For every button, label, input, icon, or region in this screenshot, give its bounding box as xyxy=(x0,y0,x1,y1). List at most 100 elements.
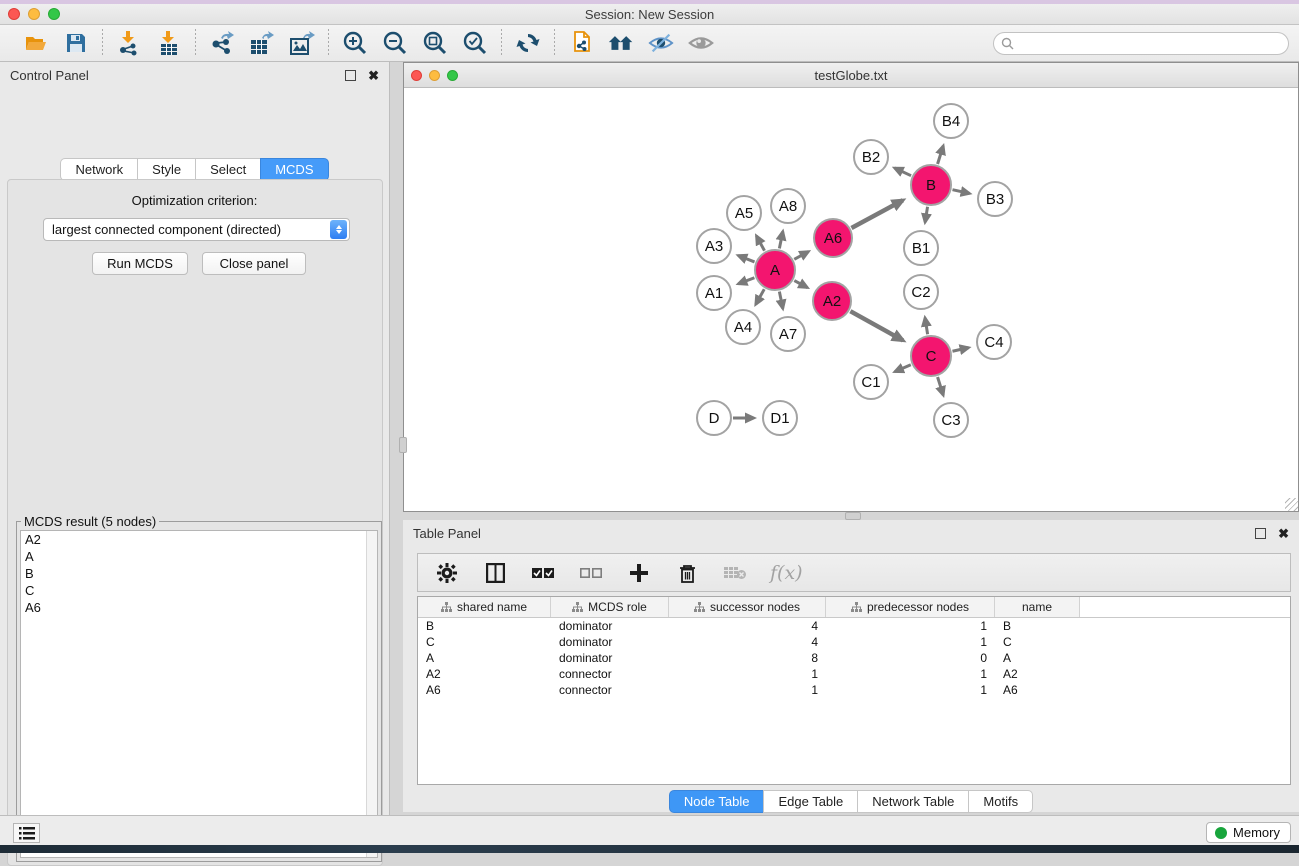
function-builder-icon[interactable]: f(x) xyxy=(770,562,803,584)
table-row[interactable]: Bdominator41B xyxy=(418,618,1290,634)
network-canvas[interactable]: B4 B2 B B3 B1 A5 A8 A6 A3 A A1 A2 C2 A4 A7 C4 C C1 C3 D D1 xyxy=(407,89,1295,508)
tab-mcds[interactable]: MCDS xyxy=(260,158,328,181)
close-panel-icon[interactable]: ✖ xyxy=(1278,528,1289,539)
graph-node-B3[interactable]: B3 xyxy=(978,182,1012,216)
export-image-icon[interactable] xyxy=(289,30,315,56)
column-header-successor-nodes[interactable]: successor nodes xyxy=(669,597,826,617)
graph-node-C[interactable]: C xyxy=(911,336,951,376)
add-column-icon[interactable] xyxy=(626,560,652,586)
splitter-handle[interactable] xyxy=(845,512,861,520)
graph-node-C2[interactable]: C2 xyxy=(904,275,938,309)
graph-node-A6[interactable]: A6 xyxy=(814,219,852,257)
mcds-result-item[interactable]: A6 xyxy=(21,599,377,616)
table-cell: 4 xyxy=(669,635,826,649)
zoom-out-icon[interactable] xyxy=(382,30,408,56)
graph-node-A5[interactable]: A5 xyxy=(727,196,761,230)
unselect-all-columns-icon[interactable] xyxy=(578,560,604,586)
scrollbar[interactable] xyxy=(366,531,377,857)
svg-text:A2: A2 xyxy=(823,293,841,310)
table-row[interactable]: A2connector11A2 xyxy=(418,666,1290,682)
tab-node-table[interactable]: Node Table xyxy=(669,790,764,813)
select-all-columns-icon[interactable] xyxy=(530,560,556,586)
column-header-name[interactable]: name xyxy=(995,597,1080,617)
save-session-icon[interactable] xyxy=(63,30,89,56)
gear-icon[interactable] xyxy=(434,560,460,586)
import-network-icon[interactable] xyxy=(116,30,142,56)
tab-edge-table[interactable]: Edge Table xyxy=(763,790,857,813)
svg-text:A1: A1 xyxy=(705,285,723,302)
network-overview-icon[interactable] xyxy=(608,30,634,56)
mcds-result-item[interactable]: B xyxy=(21,565,377,582)
splitter-handle[interactable] xyxy=(399,437,407,453)
edge-C-C2 xyxy=(925,318,928,335)
export-table-icon[interactable] xyxy=(249,30,275,56)
search-input[interactable] xyxy=(1019,37,1288,51)
resize-grip-icon[interactable] xyxy=(1285,498,1298,511)
tab-network-table[interactable]: Network Table xyxy=(857,790,968,813)
svg-text:A3: A3 xyxy=(705,238,723,255)
graph-node-A8[interactable]: A8 xyxy=(771,189,805,223)
graph-node-D1[interactable]: D1 xyxy=(763,401,797,435)
zoom-fit-icon[interactable] xyxy=(422,30,448,56)
graph-node-A7[interactable]: A7 xyxy=(771,317,805,351)
search-field[interactable] xyxy=(993,32,1289,55)
zoom-in-icon[interactable] xyxy=(342,30,368,56)
column-header-predecessor-nodes[interactable]: predecessor nodes xyxy=(826,597,995,617)
graph-node-B4[interactable]: B4 xyxy=(934,104,968,138)
tab-network[interactable]: Network xyxy=(60,158,137,181)
show-details-icon[interactable] xyxy=(688,30,714,56)
mcds-result-item[interactable]: C xyxy=(21,582,377,599)
table-row[interactable]: A6connector11A6 xyxy=(418,682,1290,698)
table-cell: A xyxy=(995,651,1080,665)
graph-node-B[interactable]: B xyxy=(911,165,951,205)
svg-text:B3: B3 xyxy=(986,191,1004,208)
float-panel-icon[interactable] xyxy=(345,70,356,81)
graph-node-A1[interactable]: A1 xyxy=(697,276,731,310)
refresh-icon[interactable] xyxy=(515,30,541,56)
graph-node-A[interactable]: A xyxy=(755,250,795,290)
memory-button[interactable]: Memory xyxy=(1206,822,1291,843)
optimization-criterion-select[interactable]: largest connected component (directed) xyxy=(43,218,350,241)
graph-node-B2[interactable]: B2 xyxy=(854,140,888,174)
column-header-shared-name[interactable]: shared name xyxy=(418,597,551,617)
tab-style[interactable]: Style xyxy=(137,158,195,181)
table-row[interactable]: Adominator80A xyxy=(418,650,1290,666)
table-row[interactable]: Cdominator41C xyxy=(418,634,1290,650)
graph-node-A3[interactable]: A3 xyxy=(697,229,731,263)
close-panel-icon[interactable]: ✖ xyxy=(368,70,379,81)
split-view-icon[interactable] xyxy=(482,560,508,586)
delete-column-icon[interactable] xyxy=(674,560,700,586)
edge-B-B2 xyxy=(895,168,912,176)
float-panel-icon[interactable] xyxy=(1255,528,1266,539)
control-panel-header: Control Panel ✖ xyxy=(0,62,389,88)
hide-details-icon[interactable] xyxy=(648,30,674,56)
graph-node-C1[interactable]: C1 xyxy=(854,365,888,399)
graph-node-C3[interactable]: C3 xyxy=(934,403,968,437)
export-network-icon[interactable] xyxy=(209,30,235,56)
graph-node-A4[interactable]: A4 xyxy=(726,310,760,344)
mcds-result-item[interactable]: A2 xyxy=(21,531,377,548)
import-table-icon[interactable] xyxy=(156,30,182,56)
close-panel-button[interactable]: Close panel xyxy=(202,252,306,275)
table-panel-header: Table Panel ✖ xyxy=(403,520,1299,546)
graph-node-D[interactable]: D xyxy=(697,401,731,435)
column-header-MCDS-role[interactable]: MCDS role xyxy=(551,597,669,617)
open-file-icon[interactable] xyxy=(23,30,49,56)
delete-table-icon[interactable] xyxy=(722,560,748,586)
tab-motifs[interactable]: Motifs xyxy=(968,790,1033,813)
network-window-titlebar[interactable]: testGlobe.txt xyxy=(404,63,1298,88)
graph-node-A2[interactable]: A2 xyxy=(813,282,851,320)
graph-node-C4[interactable]: C4 xyxy=(977,325,1011,359)
svg-text:B: B xyxy=(926,177,936,194)
window-title: Session: New Session xyxy=(0,7,1299,22)
tab-select[interactable]: Select xyxy=(195,158,260,181)
run-mcds-button[interactable]: Run MCDS xyxy=(92,252,188,275)
task-list-button[interactable] xyxy=(13,823,40,843)
mcds-result-item[interactable]: A xyxy=(21,548,377,565)
zoom-selected-icon[interactable] xyxy=(462,30,488,56)
table-cell: A xyxy=(418,651,551,665)
graph-node-B1[interactable]: B1 xyxy=(904,231,938,265)
edge-A-A7 xyxy=(779,292,782,309)
network-graph: B4 B2 B B3 B1 A5 A8 A6 A3 A A1 A2 C2 A4 A7 C4 C C1 C3 D D1 xyxy=(407,89,1295,510)
clone-network-icon[interactable] xyxy=(568,30,594,56)
